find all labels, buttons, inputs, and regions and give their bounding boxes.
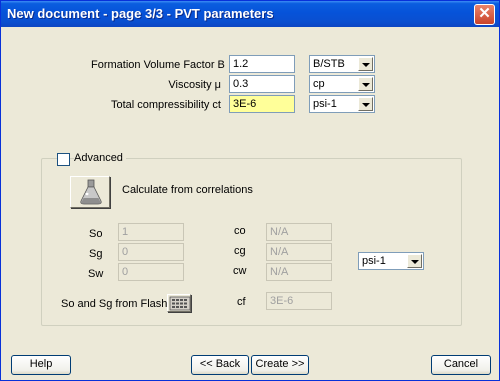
co-input[interactable]: N/A xyxy=(266,223,332,241)
chevron-down-icon[interactable] xyxy=(358,77,373,91)
fvf-unit-select[interactable]: B/STB xyxy=(309,55,375,73)
cg-label: cg xyxy=(234,245,246,257)
co-label: co xyxy=(234,225,246,237)
compressibility-advanced-unit-select[interactable]: psi-1 xyxy=(358,252,424,270)
so-input[interactable]: 1 xyxy=(118,223,184,241)
viscosity-unit-value: cp xyxy=(313,78,325,90)
viscosity-unit-select[interactable]: cp xyxy=(309,75,375,93)
chevron-down-icon[interactable] xyxy=(407,254,422,268)
calculate-correlations-button[interactable] xyxy=(70,176,110,208)
viscosity-label: Viscosity μ xyxy=(168,79,221,91)
advanced-checkbox[interactable] xyxy=(57,153,70,166)
so-label: So xyxy=(89,228,103,240)
advanced-unit-value: psi-1 xyxy=(362,255,386,267)
sg-input[interactable]: 0 xyxy=(118,243,184,261)
create-button[interactable]: Create >> xyxy=(251,355,309,375)
calculate-correlations-label: Calculate from correlations xyxy=(122,184,253,196)
cf-label: cf xyxy=(237,296,246,308)
cf-input[interactable]: 3E-6 xyxy=(266,292,332,310)
compressibility-input[interactable]: 3E-6 xyxy=(229,95,295,113)
viscosity-input[interactable]: 0.3 xyxy=(229,75,295,93)
flash-label: So and Sg from Flash xyxy=(61,298,168,310)
compressibility-label: Total compressibility ct xyxy=(110,99,221,111)
fvf-unit-value: B/STB xyxy=(313,58,345,70)
window-title: New document - page 3/3 - PVT parameters xyxy=(7,6,274,21)
fvf-input[interactable]: 1.2 xyxy=(229,55,295,73)
fvf-label: Formation Volume Factor B xyxy=(91,59,225,71)
title-bar[interactable]: New document - page 3/3 - PVT parameters… xyxy=(1,1,499,27)
cw-label: cw xyxy=(233,265,247,277)
chevron-down-icon[interactable] xyxy=(358,57,373,71)
chevron-down-icon[interactable] xyxy=(358,97,373,111)
sg-label: Sg xyxy=(89,248,103,260)
cancel-button[interactable]: Cancel xyxy=(431,355,491,375)
flask-icon xyxy=(80,179,102,205)
flash-calculator-button[interactable] xyxy=(167,294,191,312)
cg-input[interactable]: N/A xyxy=(266,243,332,261)
compressibility-unit-select[interactable]: psi-1 xyxy=(309,95,375,113)
sw-input[interactable]: 0 xyxy=(118,263,184,281)
close-button[interactable]: ✕ xyxy=(474,4,495,25)
close-icon: ✕ xyxy=(478,5,491,22)
sw-label: Sw xyxy=(88,268,104,280)
compressibility-unit-value: psi-1 xyxy=(313,98,337,110)
back-button[interactable]: << Back xyxy=(191,355,249,375)
cw-input[interactable]: N/A xyxy=(266,263,332,281)
dialog-window: New document - page 3/3 - PVT parameters… xyxy=(0,0,500,381)
help-button[interactable]: Help xyxy=(11,355,71,375)
calculator-icon xyxy=(169,296,191,311)
advanced-label[interactable]: Advanced xyxy=(74,152,126,164)
